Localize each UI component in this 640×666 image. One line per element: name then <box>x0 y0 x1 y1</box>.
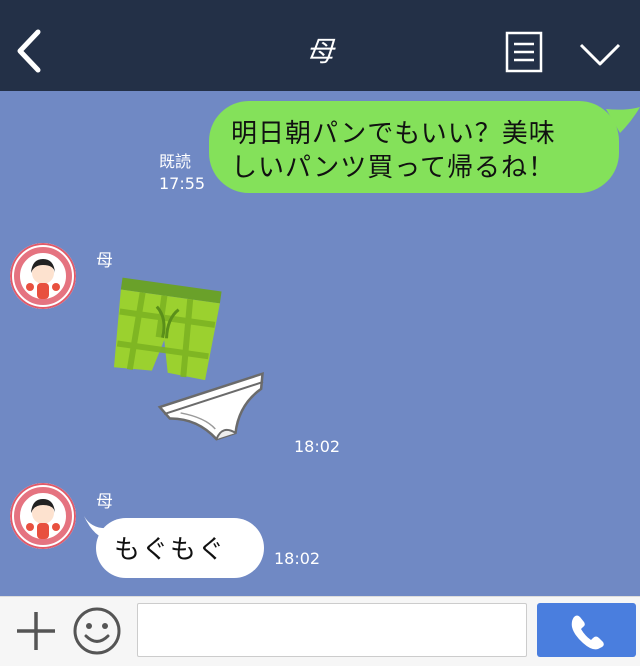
message-input[interactable] <box>137 603 527 657</box>
message-text: もぐもぐ <box>114 535 227 565</box>
chat-header: 母 <box>0 0 640 91</box>
emoji-button[interactable] <box>72 606 122 656</box>
avatar[interactable] <box>10 483 76 549</box>
read-receipt: 既読 17:55 <box>159 151 205 195</box>
incoming-message-bubble[interactable]: もぐもぐ <box>96 518 264 578</box>
message-time: 18:02 <box>274 549 321 568</box>
underwear-sticker-icon <box>113 277 264 441</box>
message-text-line: 明日朝パンでもいい？美味 <box>231 119 556 149</box>
read-label: 既読 <box>159 152 192 171</box>
message-time: 17:55 <box>159 174 206 193</box>
mother-avatar-icon <box>10 243 76 309</box>
message-text-line: しいパンツ買って帰るね！ <box>231 153 556 183</box>
underwear-sticker[interactable] <box>98 277 278 453</box>
sender-name: 母 <box>96 251 113 271</box>
phone-icon <box>571 615 604 650</box>
avatar[interactable] <box>10 243 76 309</box>
chat-title: 母 <box>305 35 334 68</box>
input-bar <box>0 596 640 666</box>
plus-icon <box>17 612 55 650</box>
smiley-icon <box>73 607 121 655</box>
note-list-icon <box>505 31 543 73</box>
notes-button[interactable] <box>505 31 543 73</box>
outgoing-message-bubble[interactable]: 明日朝パンでもいい？美味 しいパンツ買って帰るね！ <box>209 101 619 193</box>
chat-area[interactable]: 明日朝パンでもいい？美味 しいパンツ買って帰るね！ 既読 17:55 母 18:… <box>0 91 640 596</box>
call-button[interactable] <box>537 603 636 657</box>
mother-avatar-icon <box>10 483 76 549</box>
message-time: 18:02 <box>294 437 341 456</box>
add-attachment-button[interactable] <box>14 609 58 653</box>
collapse-button[interactable] <box>578 40 622 68</box>
chevron-down-icon <box>579 43 621 66</box>
sender-name: 母 <box>96 492 113 512</box>
